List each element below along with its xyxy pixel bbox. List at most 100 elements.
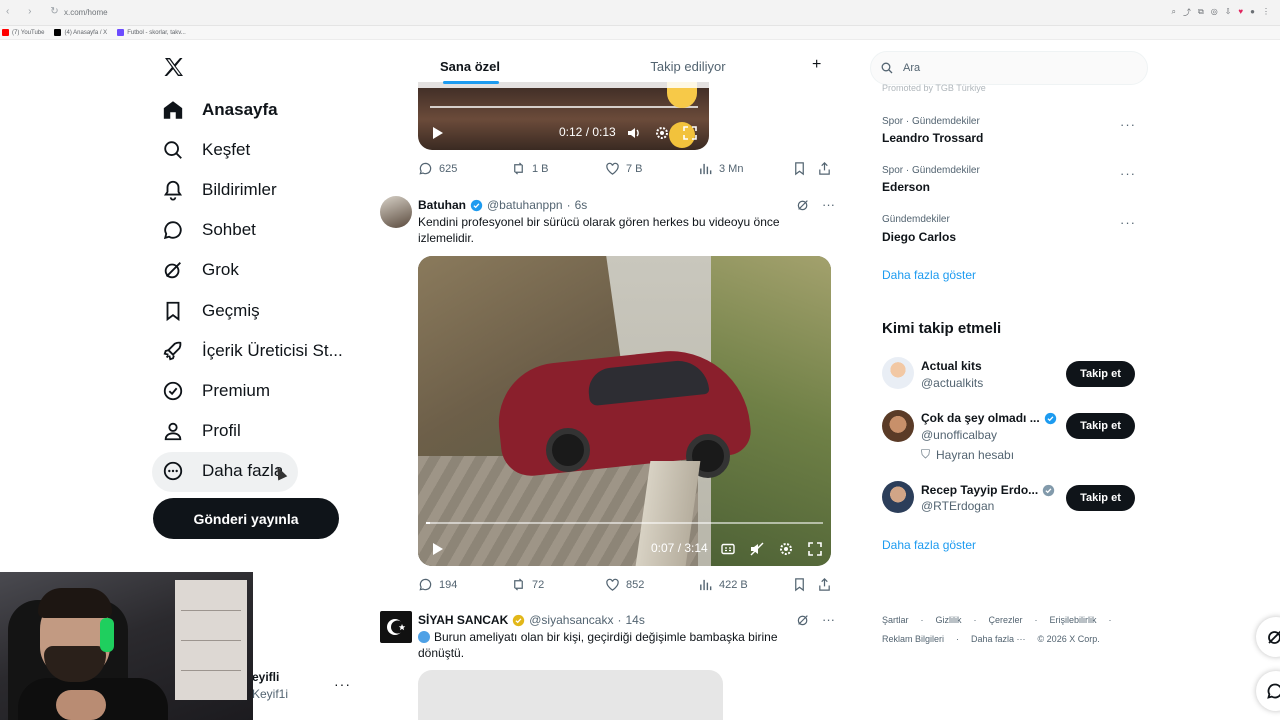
wtf-avatar-actual-kits[interactable] xyxy=(882,357,914,389)
sidebar-item-premium[interactable]: Premium xyxy=(162,377,270,405)
download-icon[interactable]: ⇩ xyxy=(1225,7,1232,18)
sidebar-item-chat[interactable]: Sohbet xyxy=(162,216,256,244)
bookmark-youtube[interactable]: (7) YouTube xyxy=(2,29,44,36)
sidebar-item-grok[interactable]: Grok xyxy=(162,256,239,284)
sidebar-item-notifications[interactable]: Bildirimler xyxy=(162,176,277,204)
footer-link[interactable]: Çerezler xyxy=(989,615,1023,625)
footer-link[interactable]: Şartlar xyxy=(882,615,909,625)
footer-link[interactable]: Daha fazla ··· xyxy=(971,634,1026,644)
heart-icon[interactable]: ♥ xyxy=(1238,7,1243,18)
grok-icon[interactable] xyxy=(796,613,810,627)
sidebar-item-profile[interactable]: Profil xyxy=(162,417,241,445)
promoted-label: Promoted by TGB Türkiye xyxy=(882,83,986,93)
bookmark-button[interactable] xyxy=(792,161,807,176)
trend-item[interactable]: Diego Carlos xyxy=(882,230,956,244)
tweet2-author-name[interactable]: Batuhan xyxy=(418,198,466,212)
like-button[interactable]: 7 B xyxy=(605,161,643,176)
sidebar-item-home[interactable]: Anasayfa xyxy=(162,96,278,124)
share-button[interactable] xyxy=(817,577,832,592)
trends-show-more-link[interactable]: Daha fazla göster xyxy=(882,268,976,282)
zoom-icon[interactable]: ⌕ xyxy=(1172,7,1176,18)
account-handle[interactable]: Keyif1i xyxy=(252,687,288,701)
tweet3-handle[interactable]: @siyahsancakx xyxy=(529,613,613,627)
tweet2-handle[interactable]: @batuhanppn xyxy=(487,198,563,212)
reply-button[interactable]: 625 xyxy=(418,161,457,176)
repost-button[interactable]: 1 B xyxy=(511,161,549,176)
share-icon[interactable]: ⤴ xyxy=(1183,7,1191,18)
wtf-avatar-unofficalbay[interactable] xyxy=(882,410,914,442)
follow-button[interactable]: Takip et xyxy=(1066,413,1135,439)
trend-more-icon[interactable]: ··· xyxy=(1120,117,1136,132)
footer-link[interactable]: Reklam Bilgileri xyxy=(882,634,944,644)
fullscreen-icon[interactable] xyxy=(682,125,698,141)
footer-link[interactable]: Gizlilik xyxy=(936,615,962,625)
add-timeline-icon[interactable]: + xyxy=(812,56,821,74)
tweet2-avatar[interactable] xyxy=(380,196,412,228)
grok-fab[interactable] xyxy=(1256,617,1280,657)
trend-more-icon[interactable]: ··· xyxy=(1120,166,1136,181)
wtf-handle[interactable]: @RTErdogan xyxy=(921,499,994,513)
heart-icon xyxy=(606,578,619,591)
sidebar-item-bookmarks[interactable]: Geçmiş xyxy=(162,297,260,325)
settings-icon[interactable] xyxy=(654,125,670,141)
tweet3-text: Burun ameliyatı olan bir kişi, geçirdiği… xyxy=(418,630,778,660)
sidebar-item-explore[interactable]: Keşfet xyxy=(162,136,250,164)
browser-nav-buttons[interactable]: ‹ › ↻ xyxy=(6,6,67,17)
wtf-avatar-rterdogan[interactable] xyxy=(882,481,914,513)
tweet3-more-icon[interactable]: ··· xyxy=(822,612,835,627)
tweet2-play-button[interactable] xyxy=(429,541,445,557)
tweet2-video[interactable] xyxy=(418,256,831,566)
follow-button[interactable]: Takip et xyxy=(1066,361,1135,387)
extension-icons[interactable]: ⌕ ⤴ ⧉ ◎ ⇩ ♥ ● ⋮ xyxy=(1172,7,1270,18)
tweet2-time[interactable]: 6s xyxy=(575,198,588,212)
search-input[interactable]: Ara xyxy=(903,62,920,74)
volume-icon[interactable] xyxy=(626,125,642,141)
x-logo-icon[interactable] xyxy=(162,55,186,79)
account-name[interactable]: eyifli xyxy=(252,670,279,684)
wtf-show-more-link[interactable]: Daha fazla göster xyxy=(882,538,976,552)
extension-icon[interactable]: ◎ xyxy=(1211,7,1218,18)
trend-more-icon[interactable]: ··· xyxy=(1120,215,1136,230)
tweet3-image[interactable] xyxy=(418,670,723,720)
menu-icon[interactable]: ⋮ xyxy=(1262,7,1270,18)
wtf-handle[interactable]: @unofficalbay xyxy=(921,428,997,442)
tweet3-avatar[interactable] xyxy=(380,611,412,643)
reply-button[interactable]: 194 xyxy=(418,577,457,592)
bookmark-button[interactable] xyxy=(792,577,807,592)
profile-icon[interactable]: ● xyxy=(1250,7,1255,18)
search-box[interactable]: Ara xyxy=(870,51,1148,85)
translate-icon[interactable]: ⧉ xyxy=(1198,7,1204,18)
trend-item[interactable]: Leandro Trossard xyxy=(882,131,983,145)
tweet2-video-progress[interactable] xyxy=(426,522,823,524)
tweet1-play-button[interactable] xyxy=(429,125,445,141)
footer-link[interactable]: Erişilebilirlik xyxy=(1050,615,1097,625)
wtf-name[interactable]: Actual kits xyxy=(921,359,982,373)
like-button[interactable]: 852 xyxy=(605,577,644,592)
post-button[interactable]: Gönderi yayınla xyxy=(153,498,339,539)
views-button[interactable]: 3 Mn xyxy=(698,161,743,176)
grok-icon[interactable] xyxy=(796,198,810,212)
views-button[interactable]: 422 B xyxy=(698,577,748,592)
tab-following[interactable]: Takip ediliyor xyxy=(530,44,846,88)
messages-fab[interactable] xyxy=(1256,671,1280,711)
tweet2-more-icon[interactable]: ··· xyxy=(822,197,835,212)
mute-icon[interactable] xyxy=(749,541,765,557)
follow-button[interactable]: Takip et xyxy=(1066,485,1135,511)
bookmark-x[interactable]: (4) Anasayfa / X xyxy=(54,29,107,36)
sidebar-item-creator-studio[interactable]: İçerik Üreticisi St... xyxy=(162,337,343,365)
tweet3-header: SİYAH SANCAK @siyahsancakx · 14s xyxy=(418,613,645,627)
sidebar-item-more[interactable]: Daha fazla xyxy=(162,457,283,485)
wtf-handle[interactable]: @actualkits xyxy=(921,376,983,390)
repost-button[interactable]: 72 xyxy=(511,577,544,592)
settings-icon[interactable] xyxy=(778,541,794,557)
account-more-icon[interactable]: ··· xyxy=(334,676,351,692)
captions-icon[interactable] xyxy=(720,541,736,557)
fullscreen-icon[interactable] xyxy=(807,541,823,557)
tab-for-you[interactable]: Sana özel xyxy=(410,44,530,88)
bookmark-futbol[interactable]: Futbol - skorlar, takv... xyxy=(117,29,186,36)
trend-item[interactable]: Ederson xyxy=(882,180,930,194)
share-button[interactable] xyxy=(817,161,832,176)
tweet3-time[interactable]: 14s xyxy=(625,613,644,627)
address-bar[interactable]: x.com/home xyxy=(64,8,108,17)
tweet3-author-name[interactable]: SİYAH SANCAK xyxy=(418,613,508,627)
